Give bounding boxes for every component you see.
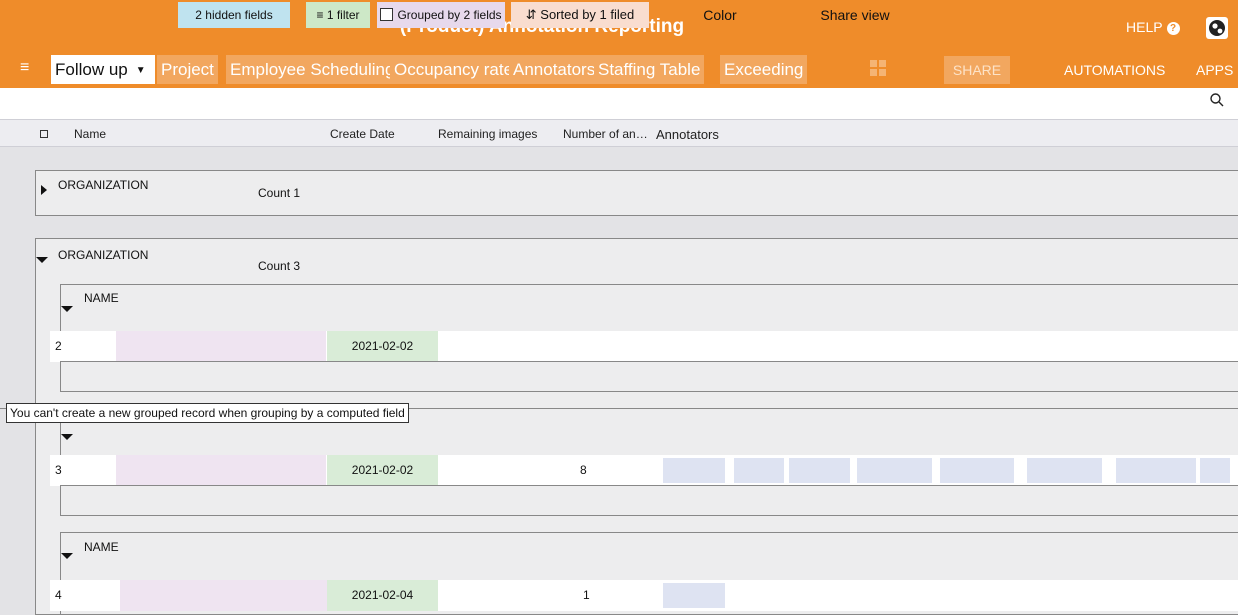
avatar[interactable] xyxy=(1206,17,1228,39)
tab-staffing-table[interactable]: Staffing Table xyxy=(594,55,705,84)
row-number: 2 xyxy=(55,339,62,353)
column-create-date[interactable]: Create Date xyxy=(330,127,395,141)
user-avatar-icon xyxy=(1209,20,1225,36)
collapse-icon[interactable] xyxy=(61,434,73,440)
tooltip: You can't create a new grouped record wh… xyxy=(6,403,409,423)
annotator-chip[interactable] xyxy=(857,458,932,483)
annotator-chip[interactable] xyxy=(734,458,784,483)
number-of-annotations-cell[interactable]: 1 xyxy=(583,580,603,611)
tab-exceeding[interactable]: Exceeding xyxy=(720,55,808,84)
group-label: Grouped by 2 fields xyxy=(397,8,502,22)
column-remaining-images[interactable]: Remaining images xyxy=(438,127,537,141)
annotator-chip[interactable] xyxy=(940,458,1014,483)
divider xyxy=(60,485,1238,486)
expand-icon[interactable] xyxy=(41,185,47,195)
name-cell[interactable] xyxy=(116,331,326,362)
column-annotators[interactable]: Annotators xyxy=(656,127,719,142)
table-row[interactable]: 4 2021-02-04 1 xyxy=(50,580,1238,611)
chevron-down-icon: ▼ xyxy=(135,65,146,77)
group-button[interactable]: Grouped by 2 fields xyxy=(377,2,505,28)
tab-occupancy-rate[interactable]: Occupancy rate xyxy=(390,55,518,84)
name-cell[interactable] xyxy=(120,580,330,611)
group-count: Count 3 xyxy=(258,259,301,273)
column-name[interactable]: Name xyxy=(74,127,106,141)
divider xyxy=(60,361,1238,362)
color-button[interactable]: Color xyxy=(690,2,750,28)
help-icon: ? xyxy=(1166,21,1180,35)
annotator-chip[interactable] xyxy=(1200,458,1230,483)
column-header-row: Name Create Date Remaining images Number… xyxy=(0,119,1238,147)
share-view-button[interactable]: Share view xyxy=(808,2,902,28)
collapse-icon[interactable] xyxy=(61,553,73,559)
subgroup-label: NAME xyxy=(84,540,119,554)
view-toolbar xyxy=(0,88,1238,118)
automations-link[interactable]: AUTOMATIONS xyxy=(1064,62,1165,78)
filter-icon: ≡ xyxy=(316,8,324,22)
select-all-checkbox[interactable] xyxy=(40,130,48,138)
divider xyxy=(400,408,1238,409)
table-row[interactable]: 3 2021-02-02 8 xyxy=(50,455,1238,486)
create-date-cell[interactable]: 2021-02-02 xyxy=(327,455,438,486)
row-number: 3 xyxy=(55,463,62,477)
tab-follow-up[interactable]: Follow up ▼ xyxy=(51,55,155,84)
table-row[interactable]: 2 2021-02-02 xyxy=(50,331,1238,362)
column-number-of-annotations[interactable]: Number of an… xyxy=(563,127,648,141)
name-cell[interactable] xyxy=(116,455,326,486)
collapse-icon[interactable] xyxy=(36,257,48,263)
search-icon[interactable] xyxy=(1209,92,1225,113)
annotator-chip[interactable] xyxy=(789,458,850,483)
annotator-chip[interactable] xyxy=(663,583,725,608)
annotator-chip[interactable] xyxy=(1116,458,1196,483)
hidden-fields-button[interactable]: 2 hidden fields xyxy=(178,2,290,28)
annotator-chip[interactable] xyxy=(1027,458,1102,483)
apps-link[interactable]: APPS xyxy=(1196,62,1233,78)
tab-annotators[interactable]: Annotators xyxy=(509,55,600,84)
collapse-icon[interactable] xyxy=(61,306,73,312)
sort-button[interactable]: ⇵ Sorted by 1 filed xyxy=(511,2,649,28)
share-button[interactable]: SHARE xyxy=(944,56,1010,84)
group-icon xyxy=(380,8,394,21)
number-of-annotations-cell[interactable]: 8 xyxy=(580,455,600,486)
group-count: Count 1 xyxy=(258,186,301,200)
tab-label: Follow up xyxy=(55,60,128,79)
create-date-cell[interactable]: 2021-02-04 xyxy=(327,580,438,611)
menu-icon[interactable]: ≡ xyxy=(20,60,29,76)
help-label: HELP xyxy=(1126,19,1163,35)
filter-button[interactable]: ≡ 1 filter xyxy=(306,2,370,28)
add-table-icon[interactable] xyxy=(870,60,886,76)
row-number: 4 xyxy=(55,588,62,602)
group-header-organization-1[interactable] xyxy=(35,170,1238,216)
annotator-chip[interactable] xyxy=(663,458,725,483)
group-label: ORGANIZATION xyxy=(58,248,149,262)
group-label: ORGANIZATION xyxy=(58,178,149,192)
help-button[interactable]: HELP? xyxy=(1126,19,1180,35)
tab-employee-scheduling[interactable]: Employee Scheduling xyxy=(226,55,399,84)
create-date-cell[interactable]: 2021-02-02 xyxy=(327,331,438,362)
sort-label: Sorted by 1 filed xyxy=(540,7,635,22)
sort-icon: ⇵ xyxy=(525,7,537,22)
subgroup-label: NAME xyxy=(84,291,119,305)
filter-label: 1 filter xyxy=(326,8,360,22)
tab-project[interactable]: Project xyxy=(157,55,218,84)
